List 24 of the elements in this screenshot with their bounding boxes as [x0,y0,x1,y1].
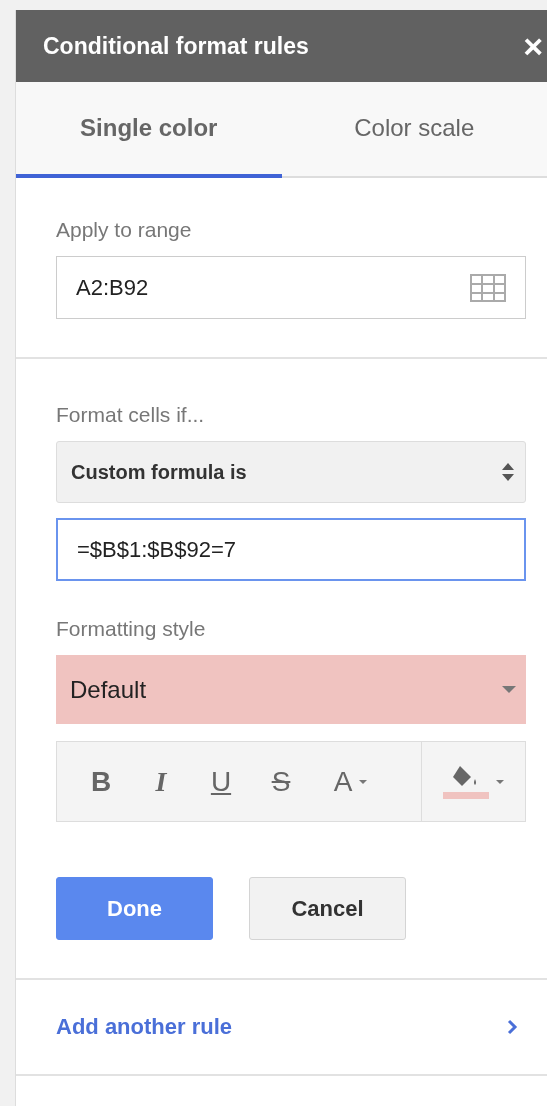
panel-title: Conditional format rules [43,32,309,60]
dropdown-caret-icon [502,685,516,694]
strikethrough-button[interactable]: S [251,753,311,810]
field-label: Formatting style [56,617,207,641]
close-button[interactable]: × [513,29,547,63]
style-dropdown[interactable]: Default [56,655,526,724]
range-field[interactable]: A2:B92 [56,256,526,319]
condition-select[interactable]: Custom formula is [56,441,526,503]
tab[interactable]: Color scale [281,82,547,178]
done-button[interactable]: Done [56,877,213,940]
add-rule-link[interactable]: Add another rule [56,1014,232,1040]
text-color-button[interactable]: A [311,753,391,810]
field-label: Apply to range [56,218,193,242]
field-label: Format cells if... [56,403,206,427]
grid-icon[interactable] [470,273,506,302]
underline-button[interactable]: U [191,753,251,810]
cancel-button[interactable]: Cancel [249,877,406,940]
tab[interactable]: Single color [16,82,282,178]
caret-icon [358,778,369,785]
chevron-right-icon[interactable] [506,1018,518,1036]
formula-field[interactable]: =$B$1:$B$92=7 [56,518,526,581]
caret-icon [494,778,505,785]
bold-button[interactable]: B [71,753,131,810]
italic-button[interactable]: I [131,753,191,810]
